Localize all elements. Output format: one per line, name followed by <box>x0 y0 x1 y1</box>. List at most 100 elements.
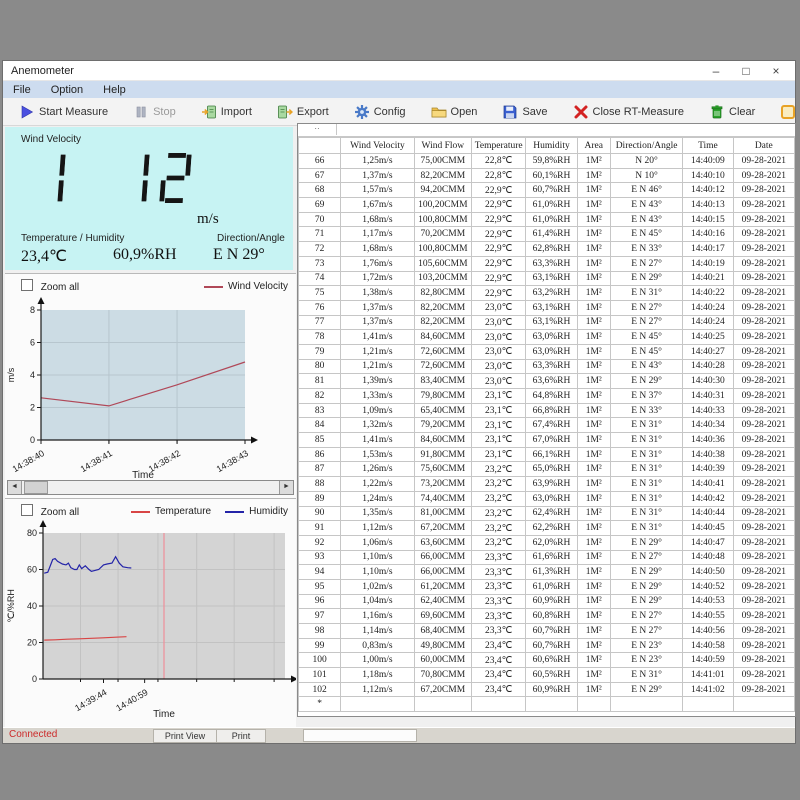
table-cell[interactable]: 09-28-2021 <box>733 653 794 668</box>
table-cell[interactable]: 89 <box>299 491 341 506</box>
table-cell[interactable]: 1M² <box>577 565 610 580</box>
table-cell[interactable]: 1,37m/s <box>341 168 414 183</box>
table-cell[interactable]: 1,68m/s <box>341 212 414 227</box>
table-cell[interactable]: 22,9℃ <box>472 227 526 242</box>
table-cell[interactable]: 09-28-2021 <box>733 682 794 697</box>
table-cell[interactable]: 1,02m/s <box>341 579 414 594</box>
table-cell[interactable]: 22,9℃ <box>472 256 526 271</box>
table-cell[interactable]: 1M² <box>577 403 610 418</box>
table-cell[interactable]: 1,12m/s <box>341 682 414 697</box>
table-cell[interactable]: 83,40CMM <box>414 374 471 389</box>
table-cell[interactable]: 09-28-2021 <box>733 286 794 301</box>
open-button[interactable]: Open <box>431 104 478 120</box>
table-cell[interactable]: E N 45° <box>610 344 682 359</box>
table-cell[interactable]: 1,25m/s <box>341 154 414 169</box>
table-cell[interactable]: 23,3℃ <box>472 609 526 624</box>
column-header-time[interactable]: Time <box>683 138 733 154</box>
table-cell[interactable]: 14:40:45 <box>683 521 733 536</box>
start-measure-button[interactable]: Start Measure <box>19 104 108 120</box>
table-cell[interactable]: 09-28-2021 <box>733 242 794 257</box>
table-cell[interactable]: 14:40:36 <box>683 433 733 448</box>
table-cell[interactable]: 23,2℃ <box>472 462 526 477</box>
table-cell[interactable]: 79,80CMM <box>414 389 471 404</box>
table-cell[interactable]: 14:40:38 <box>683 447 733 462</box>
table-cell[interactable]: 14:40:27 <box>683 344 733 359</box>
table-cell[interactable]: 23,0℃ <box>472 344 526 359</box>
scroll-left-arrow-icon[interactable]: ◄ <box>8 481 22 494</box>
table-cell[interactable]: 67,20CMM <box>414 521 471 536</box>
table-cell[interactable]: E N 31° <box>610 418 682 433</box>
table-cell[interactable]: 14:40:44 <box>683 506 733 521</box>
table-cell[interactable]: 09-28-2021 <box>733 183 794 198</box>
table-cell[interactable]: 23,1℃ <box>472 418 526 433</box>
table-cell[interactable]: 99 <box>299 638 341 653</box>
table-cell[interactable]: 1,32m/s <box>341 418 414 433</box>
table-cell[interactable]: 14:40:58 <box>683 638 733 653</box>
table-cell[interactable]: 09-28-2021 <box>733 447 794 462</box>
export-button[interactable]: Export <box>277 104 329 120</box>
table-cell[interactable]: 1M² <box>577 506 610 521</box>
table-cell[interactable] <box>472 697 526 712</box>
table-cell[interactable]: 82,80CMM <box>414 286 471 301</box>
zoom-all-checkbox-1[interactable] <box>21 279 33 291</box>
table-cell[interactable]: E N 43° <box>610 212 682 227</box>
close-button[interactable]: × <box>761 62 791 80</box>
table-corner-cell[interactable]: ·· <box>298 124 337 135</box>
table-cell[interactable]: 23,0℃ <box>472 315 526 330</box>
table-cell[interactable]: 67,4%RH <box>526 418 577 433</box>
table-cell[interactable]: E N 31° <box>610 447 682 462</box>
table-cell[interactable]: E N 31° <box>610 491 682 506</box>
maximize-button[interactable]: □ <box>731 62 761 80</box>
table-cell[interactable]: * <box>299 697 341 712</box>
table-cell[interactable]: 14:40:12 <box>683 183 733 198</box>
table-cell[interactable]: 09-28-2021 <box>733 300 794 315</box>
table-cell[interactable]: 1M² <box>577 168 610 183</box>
table-cell[interactable]: 1M² <box>577 653 610 668</box>
table-cell[interactable]: 1M² <box>577 638 610 653</box>
table-cell[interactable]: 1,00m/s <box>341 653 414 668</box>
table-cell[interactable]: 1M² <box>577 154 610 169</box>
table-cell[interactable]: 93 <box>299 550 341 565</box>
table-cell[interactable]: 09-28-2021 <box>733 344 794 359</box>
zoom-all-checkbox-2[interactable] <box>21 504 33 516</box>
table-cell[interactable]: 60,00CMM <box>414 653 471 668</box>
table-cell[interactable]: 61,6%RH <box>526 550 577 565</box>
table-cell[interactable]: 71 <box>299 227 341 242</box>
table-cell[interactable]: 82 <box>299 389 341 404</box>
table-cell[interactable]: 09-28-2021 <box>733 535 794 550</box>
table-cell[interactable]: 23,3℃ <box>472 624 526 639</box>
table-cell[interactable]: 1M² <box>577 271 610 286</box>
table-cell[interactable]: 14:40:24 <box>683 300 733 315</box>
table-cell[interactable]: 66 <box>299 154 341 169</box>
table-cell[interactable]: 1M² <box>577 447 610 462</box>
table-cell[interactable]: 82,20CMM <box>414 168 471 183</box>
table-cell[interactable]: 1,26m/s <box>341 462 414 477</box>
table-cell[interactable]: 63,1%RH <box>526 271 577 286</box>
table-cell[interactable]: 1M² <box>577 433 610 448</box>
table-cell[interactable]: 1M² <box>577 330 610 345</box>
print-view-button[interactable]: Print View <box>153 729 217 743</box>
table-cell[interactable]: 23,2℃ <box>472 506 526 521</box>
table-cell[interactable]: 61,0%RH <box>526 579 577 594</box>
table-cell[interactable]: 09-28-2021 <box>733 168 794 183</box>
table-cell[interactable]: E N 43° <box>610 198 682 213</box>
table-cell[interactable]: 14:40:24 <box>683 315 733 330</box>
table-cell[interactable]: 23,4℃ <box>472 668 526 683</box>
table-cell[interactable]: 1M² <box>577 315 610 330</box>
table-cell[interactable]: 23,1℃ <box>472 403 526 418</box>
table-cell[interactable]: 1,39m/s <box>341 374 414 389</box>
table-cell[interactable]: 09-28-2021 <box>733 403 794 418</box>
table-cell[interactable]: 60,9%RH <box>526 682 577 697</box>
table-cell[interactable]: 72,60CMM <box>414 359 471 374</box>
table-cell[interactable]: 68 <box>299 183 341 198</box>
table-cell[interactable]: 60,6%RH <box>526 653 577 668</box>
table-cell[interactable]: 23,0℃ <box>472 374 526 389</box>
table-cell[interactable]: 23,4℃ <box>472 638 526 653</box>
table-cell[interactable]: 09-28-2021 <box>733 330 794 345</box>
table-cell[interactable]: 1M² <box>577 389 610 404</box>
table-cell[interactable]: 22,9℃ <box>472 242 526 257</box>
table-cell[interactable]: E N 27° <box>610 609 682 624</box>
table-cell[interactable]: 95 <box>299 579 341 594</box>
table-cell[interactable]: 66,00CMM <box>414 565 471 580</box>
table-cell[interactable]: 80 <box>299 359 341 374</box>
